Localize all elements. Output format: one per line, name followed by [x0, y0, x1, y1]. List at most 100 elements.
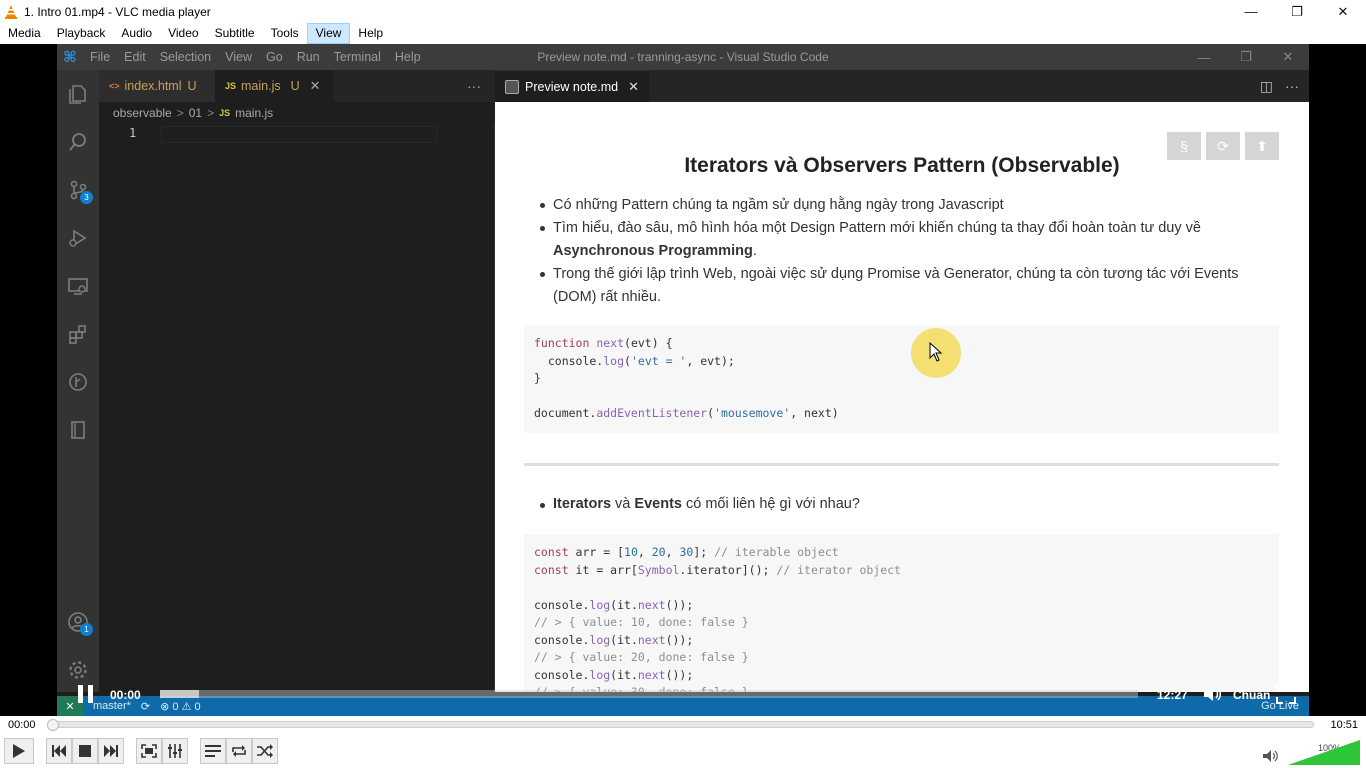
fullscreen-icon: [141, 744, 157, 758]
time-total[interactable]: 10:51: [1330, 719, 1358, 731]
vscode-status-bar: ✕ master* ⟳ ⊗ 0 ⚠ 0 Go Live: [57, 696, 1309, 716]
previous-icon: [52, 745, 66, 757]
problems-count: ⊗ 0 ⚠ 0: [160, 700, 201, 713]
next-button[interactable]: [98, 738, 124, 764]
preview-bullet-list-2: Iterators và Events có mối liên hệ gì vớ…: [540, 496, 860, 512]
play-icon: [13, 744, 25, 758]
code-block-events: function next(evt) { console.log('evt = …: [524, 325, 1279, 433]
shuffle-icon: [257, 744, 273, 758]
code-line: console.log('evt = ', evt);: [534, 353, 735, 368]
code-line: }: [534, 371, 541, 385]
vscode-menu-edit: Edit: [124, 50, 146, 64]
code-line: const arr = [10, 20, 30]; // iterable ob…: [534, 545, 839, 559]
playlist-icon: [205, 745, 221, 757]
stop-button[interactable]: [72, 738, 98, 764]
sync-icon: ⟳: [140, 700, 151, 713]
preview-icon: [505, 79, 519, 94]
vlc-cone-icon: [5, 4, 17, 19]
volume-icon[interactable]: [1263, 749, 1279, 763]
minimize-button[interactable]: —: [1228, 0, 1274, 23]
explorer-icon: [57, 70, 99, 118]
js-file-icon: JS: [219, 108, 231, 118]
menu-help[interactable]: Help: [350, 23, 391, 44]
vscode-menu-selection: Selection: [159, 50, 212, 64]
code-line: function next(evt) {: [534, 336, 673, 350]
source-control-icon: 3: [57, 166, 99, 214]
breadcrumb: observable > 01 > JS main.js: [113, 104, 273, 122]
tab-close-icon: ✕: [309, 78, 321, 93]
maximize-button[interactable]: ❐: [1274, 0, 1320, 23]
seek-handle[interactable]: [47, 719, 59, 731]
vscode-close-icon: ✕: [1282, 49, 1294, 64]
menu-playback[interactable]: Playback: [49, 23, 114, 44]
markdown-preview: § ⟳ ⬆ Iterators và Observers Pattern (Ob…: [495, 102, 1309, 692]
html-file-icon: <>: [109, 81, 120, 91]
more-actions-icon: ···: [467, 78, 481, 94]
list-item: Trong thế giới lập trình Web, ngoài việc…: [540, 263, 1265, 309]
extensions-icon: [57, 310, 99, 358]
split-editor-icon: ◫: [1259, 77, 1273, 94]
playlist-button[interactable]: [200, 738, 226, 764]
vscode-menu-help: Help: [394, 50, 421, 64]
list-item: Có những Pattern chúng ta ngầm sử dụng h…: [540, 194, 1265, 217]
window-title: 1. Intro 01.mp4 - VLC media player: [24, 4, 211, 19]
loop-icon: [232, 745, 246, 757]
code-line: // > { value: 10, done: false }: [534, 615, 749, 629]
right-tab-bar: Preview note.md ✕ ◫ ···: [495, 70, 1309, 102]
vscode-restore-icon: ❐: [1240, 49, 1252, 64]
menu-video[interactable]: Video: [160, 23, 206, 44]
overlay-time-elapsed: 00:00: [110, 688, 141, 702]
seek-row: 00:00 10:51: [0, 716, 1366, 736]
volume-slider[interactable]: [1288, 740, 1360, 765]
shuffle-button[interactable]: [252, 738, 278, 764]
scm-badge: 3: [80, 191, 93, 204]
play-button[interactable]: [4, 738, 34, 764]
preview-heading: Iterators và Observers Pattern (Observab…: [684, 154, 1120, 177]
close-button[interactable]: ✕: [1320, 0, 1366, 23]
menu-tools[interactable]: Tools: [263, 23, 307, 44]
loop-button[interactable]: [226, 738, 252, 764]
notebook-icon: [57, 406, 99, 454]
breadcrumb-file: main.js: [235, 106, 274, 120]
controls-bar: 100%: [0, 736, 1366, 768]
code-line: // > { value: 20, done: false }: [534, 650, 749, 664]
menu-view[interactable]: View: [306, 23, 351, 44]
tab-main-js: JS main.js U ✕: [215, 70, 333, 102]
stop-icon: [79, 745, 91, 757]
tab-main-js-label: main.js: [241, 79, 281, 93]
title-bar: 1. Intro 01.mp4 - VLC media player — ❐ ✕: [0, 0, 1366, 23]
tab-preview-note: Preview note.md ✕: [495, 70, 650, 102]
overlay-volume-icon: [1204, 687, 1221, 701]
seek-slider[interactable]: [48, 721, 1314, 728]
code-line: console.log(it.next());: [534, 597, 694, 612]
menu-audio[interactable]: Audio: [113, 23, 160, 44]
right-editor-group: Preview note.md ✕ ◫ ··· § ⟳ ⬆ Iterators …: [495, 70, 1309, 692]
vscode-logo-icon: ⌘: [63, 49, 77, 66]
mouse-pointer-icon: [929, 342, 943, 362]
list-item-bold: Asynchronous Programming: [553, 243, 753, 259]
list-item-period: .: [752, 243, 757, 259]
code-line: document.addEventListener('mousemove', n…: [534, 406, 839, 420]
list-item: Iterators và Events có mối liên hệ gì vớ…: [540, 496, 860, 512]
menu-media[interactable]: Media: [0, 23, 49, 44]
search-icon: [57, 118, 99, 166]
video-area[interactable]: ⌘ File Edit Selection View Go Run Termin…: [0, 44, 1366, 716]
vscode-minimize-icon: —: [1197, 49, 1211, 65]
tab-preview-label: Preview note.md: [525, 79, 619, 94]
remote-explorer-icon: [57, 262, 99, 310]
overlay-quality: Chuẩn: [1233, 688, 1271, 702]
overlay-fullscreen-icon: [1276, 684, 1296, 704]
list-item: Tìm hiểu, đào sâu, mô hình hóa một Desig…: [540, 217, 1265, 263]
fullscreen-button[interactable]: [136, 738, 162, 764]
horizontal-rule: [524, 463, 1279, 466]
time-elapsed: 00:00: [8, 719, 36, 731]
previous-button[interactable]: [46, 738, 72, 764]
js-file-icon: JS: [225, 81, 237, 91]
accounts-badge: 1: [80, 623, 93, 636]
menu-subtitle[interactable]: Subtitle: [207, 23, 263, 44]
tab-close-icon: ✕: [628, 78, 640, 94]
extended-settings-button[interactable]: [162, 738, 188, 764]
code-block-iterators: const arr = [10, 20, 30]; // iterable ob…: [524, 534, 1279, 692]
